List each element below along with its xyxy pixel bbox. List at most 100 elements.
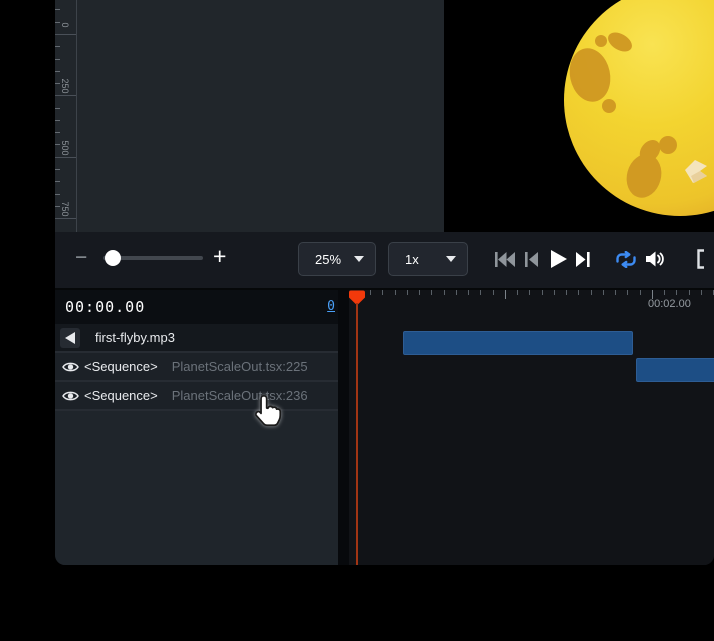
timeline-tick — [493, 290, 494, 295]
next-frame-button[interactable] — [576, 252, 590, 270]
chevron-down-icon — [446, 256, 456, 262]
timeline-tick — [566, 290, 567, 295]
ruler-label: 250 — [55, 76, 75, 96]
chevron-down-icon — [354, 256, 364, 262]
timecode: 00:00.00 — [65, 298, 145, 316]
ruler-minor-tick — [55, 108, 60, 109]
eye-icon — [62, 361, 79, 373]
timeline-tick — [689, 290, 690, 295]
visibility-toggle[interactable] — [62, 390, 79, 402]
timeline-tick — [542, 290, 543, 295]
sequence-bar[interactable] — [403, 331, 633, 355]
zoom-level-value: 25% — [315, 252, 341, 267]
timeline-tick — [395, 290, 396, 295]
frame-indicator-link[interactable]: 0 — [327, 299, 335, 314]
timeline-tick — [468, 290, 469, 295]
ruler-minor-tick — [55, 206, 60, 207]
ruler-label: 0 — [55, 15, 75, 35]
timeline: 00:00.00 0 first-flyby.mp3 — [55, 288, 714, 565]
timeline-tick — [676, 290, 677, 295]
timeline-tick — [591, 290, 592, 295]
zoom-out-button[interactable]: − — [75, 246, 87, 270]
timeline-time-label: 00:02.00 — [648, 298, 691, 310]
timeline-tick — [444, 290, 445, 295]
ruler-label: 500 — [55, 138, 75, 158]
ruler-minor-tick — [55, 194, 60, 195]
previous-frame-icon — [525, 252, 538, 267]
timeline-tick — [431, 290, 432, 295]
timeline-tick — [456, 290, 457, 295]
eye-icon — [62, 390, 79, 402]
timeline-track-list: 00:00.00 0 first-flyby.mp3 — [55, 290, 338, 565]
speaker-icon — [65, 332, 75, 344]
timeline-tick — [578, 290, 579, 295]
skip-to-start-icon — [495, 252, 515, 267]
preview-canvas: 0 250 500 750 — [55, 0, 714, 232]
track-row-sequence[interactable]: <Sequence> PlanetScaleOut.tsx:236 — [55, 382, 338, 411]
ruler-minor-tick — [55, 83, 60, 84]
track-name: <Sequence> — [84, 388, 158, 403]
track-name: first-flyby.mp3 — [95, 330, 175, 345]
timeline-tick — [615, 290, 616, 295]
playhead-line — [356, 303, 358, 565]
timeline-tick — [370, 290, 371, 295]
ruler-minor-tick — [55, 71, 60, 72]
next-frame-icon — [576, 252, 590, 267]
zoom-slider-thumb[interactable] — [105, 250, 121, 266]
video-preview — [444, 0, 714, 232]
ruler-minor-tick — [55, 169, 60, 170]
timeline-tick — [382, 290, 383, 295]
sequence-bar[interactable] — [636, 358, 714, 382]
skip-to-start-button[interactable] — [495, 252, 515, 270]
remotion-studio-window: 0 250 500 750 − + 25% 1x — [55, 0, 714, 565]
timeline-tick — [480, 290, 481, 295]
timeline-tick — [407, 290, 408, 295]
toolbar: − + 25% 1x — [55, 232, 714, 288]
playback-rate-select[interactable]: 1x — [388, 242, 468, 276]
timeline-tick — [517, 290, 518, 295]
track-row-audio[interactable]: first-flyby.mp3 — [55, 324, 338, 353]
timeline-tick — [505, 290, 506, 299]
ruler-minor-tick — [55, 46, 60, 47]
track-rows: first-flyby.mp3 <Sequence> PlanetScaleOu… — [55, 324, 338, 411]
play-icon — [551, 250, 567, 268]
ruler-minor-tick — [55, 144, 60, 145]
timeline-divider — [338, 290, 349, 565]
ruler-minor-tick — [55, 9, 60, 10]
fullscreen-icon — [697, 249, 714, 269]
track-row-sequence[interactable]: <Sequence> PlanetScaleOut.tsx:225 — [55, 353, 338, 382]
previous-frame-button[interactable] — [525, 252, 538, 270]
volume-button[interactable] — [645, 250, 664, 271]
visibility-toggle[interactable] — [62, 361, 79, 373]
play-button[interactable] — [551, 250, 567, 271]
planet-illustration — [444, 0, 714, 232]
volume-icon — [645, 250, 664, 268]
timeline-tick — [529, 290, 530, 295]
timeline-tick — [419, 290, 420, 295]
ruler-minor-tick — [55, 59, 60, 60]
ruler-label: 750 — [55, 199, 75, 219]
loop-toggle[interactable] — [615, 251, 637, 271]
ruler-minor-tick — [55, 132, 60, 133]
ruler-minor-tick — [55, 181, 60, 182]
timeline-tick — [554, 290, 555, 295]
loop-icon — [615, 251, 637, 268]
timeline-tick — [664, 290, 665, 295]
timeline-track-area[interactable]: 00:02.00 — [349, 290, 714, 565]
ruler-minor-tick — [55, 120, 60, 121]
zoom-in-button[interactable]: + — [213, 243, 226, 270]
track-source: PlanetScaleOut.tsx:225 — [172, 359, 308, 374]
ruler-minor-tick — [55, 22, 60, 23]
zoom-level-select[interactable]: 25% — [298, 242, 376, 276]
track-source: PlanetScaleOut.tsx:236 — [172, 388, 308, 403]
mute-toggle[interactable] — [60, 328, 80, 348]
timeline-header: 00:00.00 0 — [55, 290, 338, 324]
track-name: <Sequence> — [84, 359, 158, 374]
timeline-tick — [603, 290, 604, 295]
timeline-tick — [701, 290, 702, 295]
zoom-slider[interactable] — [103, 248, 203, 268]
timeline-tick — [627, 290, 628, 295]
playback-rate-value: 1x — [405, 252, 419, 267]
fullscreen-button[interactable] — [697, 249, 714, 272]
preview-ruler: 0 250 500 750 — [55, 0, 77, 232]
